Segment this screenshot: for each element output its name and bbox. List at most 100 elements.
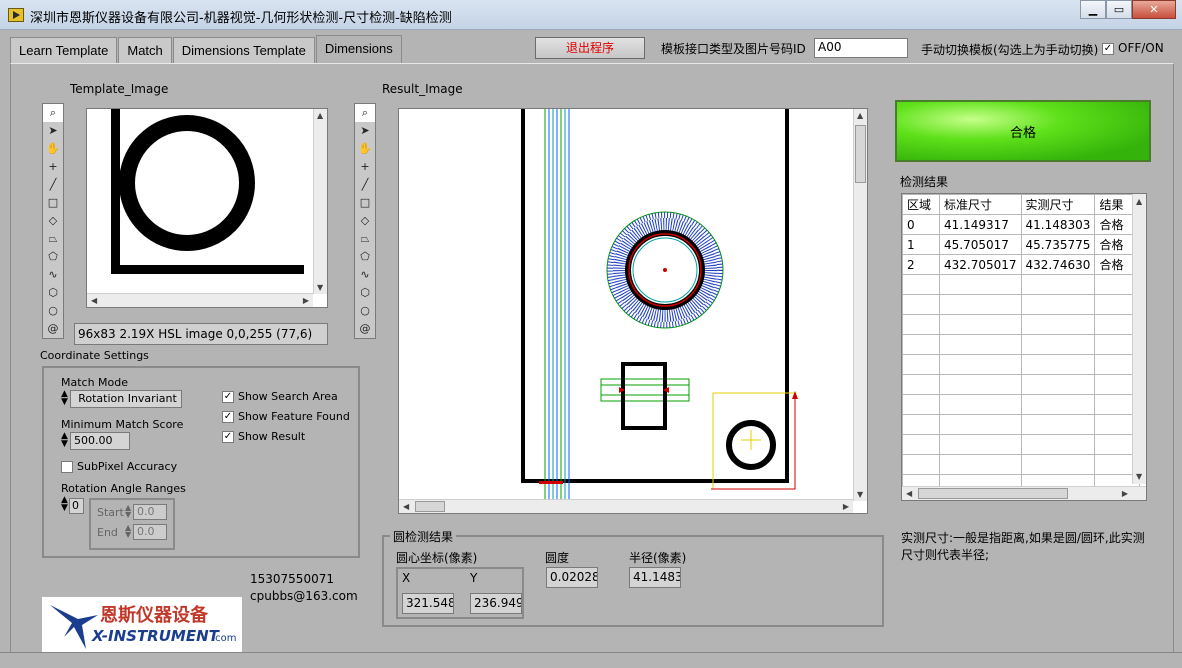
result-vscroll[interactable]: ▲ ▼: [853, 109, 867, 501]
scroll-down-icon[interactable]: ▼: [1136, 472, 1142, 481]
freehand-icon[interactable]: ∿: [43, 266, 63, 284]
scroll-left-icon[interactable]: ◀: [906, 489, 912, 498]
offon-toggle[interactable]: ✓ OFF/ON: [1102, 41, 1164, 55]
match-mode-label: Match Mode: [61, 376, 129, 389]
scroll-down-icon[interactable]: ▼: [857, 490, 863, 499]
tab-dimensions[interactable]: Dimensions: [315, 35, 402, 63]
pan-icon[interactable]: ✋: [43, 140, 63, 158]
show-search-checkbox[interactable]: ✓: [222, 391, 234, 403]
pointer-icon[interactable]: ➤: [43, 122, 63, 140]
roundness-label: 圆度: [545, 551, 570, 565]
end-input[interactable]: 0.0: [133, 524, 167, 540]
template-id-label: 模板接口类型及图片号码ID: [661, 42, 806, 56]
scroll-down-icon[interactable]: ▼: [317, 283, 323, 292]
scroll-up-icon[interactable]: ▲: [857, 111, 863, 120]
template-image: [111, 109, 304, 274]
zoom-icon[interactable]: ⌕: [43, 104, 63, 122]
show-feature-checkbox[interactable]: ✓: [222, 411, 234, 423]
tab-match[interactable]: Match: [118, 37, 172, 63]
min-score-input[interactable]: 500.00: [70, 432, 130, 450]
results-vscroll[interactable]: ▲ ▼: [1132, 194, 1146, 484]
minimize-button[interactable]: ▁: [1080, 0, 1106, 19]
spiral-icon[interactable]: @: [355, 320, 375, 338]
show-result-toggle[interactable]: ✓ Show Result: [222, 430, 305, 443]
rectangle-icon[interactable]: □: [355, 194, 375, 212]
scroll-up-icon[interactable]: ▲: [1136, 197, 1142, 206]
template-vscroll[interactable]: ▲ ▼: [313, 109, 327, 294]
end-label: End: [97, 526, 118, 539]
subpixel-checkbox[interactable]: [61, 461, 73, 473]
table-cell: 0: [902, 214, 940, 235]
min-score-spinner[interactable]: ▲ ▼: [61, 432, 68, 449]
angle-index-spinner[interactable]: ▲ ▼: [61, 496, 68, 513]
start-spinner[interactable]: ▲ ▼: [125, 504, 131, 519]
spiral-icon[interactable]: @: [43, 320, 63, 338]
annulus-icon[interactable]: ⬡: [355, 284, 375, 302]
rotated-rect-icon[interactable]: ⏢: [43, 230, 63, 248]
show-feature-label: Show Feature Found: [238, 410, 350, 423]
min-score-label: Minimum Match Score: [61, 418, 184, 431]
show-search-toggle[interactable]: ✓ Show Search Area: [222, 390, 338, 403]
template-image-display[interactable]: ▲ ▼ ◀ ▶: [86, 108, 328, 308]
crosshair-icon[interactable]: +: [355, 158, 375, 176]
maximize-icon: ▭: [1113, 3, 1125, 16]
table-cell: 45.705017: [939, 234, 1022, 255]
match-mode-spinner[interactable]: ▲ ▼: [61, 390, 68, 407]
close-button[interactable]: ✕: [1132, 0, 1176, 19]
result-vscroll-thumb[interactable]: [855, 125, 866, 183]
annulus-icon[interactable]: ⬡: [43, 284, 63, 302]
zoom-icon[interactable]: ⌕: [355, 104, 375, 122]
table-row[interactable]: 0 41.149317 41.148303 合格: [902, 214, 1141, 235]
pointer-icon[interactable]: ➤: [355, 122, 375, 140]
status-bar: [0, 652, 1182, 668]
header-cell-measured: 实测尺寸: [1020, 194, 1096, 215]
scroll-left-icon[interactable]: ◀: [91, 296, 97, 305]
table-row[interactable]: 2 432.705017 432.74630 合格: [902, 254, 1141, 275]
show-result-checkbox[interactable]: ✓: [222, 431, 234, 443]
pan-icon[interactable]: ✋: [355, 140, 375, 158]
table-cell: 41.149317: [939, 214, 1022, 235]
polygon-icon[interactable]: ⬠: [355, 248, 375, 266]
template-hscroll[interactable]: ◀ ▶: [87, 293, 313, 307]
tab-dimensions-template[interactable]: Dimensions Template: [172, 37, 315, 63]
scroll-up-icon[interactable]: ▲: [317, 111, 323, 120]
result-image-display[interactable]: ▲ ▼ ◀ ▶: [398, 108, 868, 514]
scroll-right-icon[interactable]: ▶: [843, 502, 849, 511]
circle-icon[interactable]: ○: [355, 302, 375, 320]
end-spinner[interactable]: ▲ ▼: [125, 524, 131, 539]
result-hscroll[interactable]: ◀ ▶: [399, 499, 853, 513]
exit-button[interactable]: 退出程序: [535, 37, 645, 59]
tab-learn-template[interactable]: Learn Template: [10, 37, 118, 63]
diamond-icon[interactable]: ◇: [43, 212, 63, 230]
polygon-icon[interactable]: ⬠: [43, 248, 63, 266]
line-icon[interactable]: ╱: [43, 176, 63, 194]
freehand-icon[interactable]: ∿: [355, 266, 375, 284]
results-table-frame[interactable]: 区域 标准尺寸 实测尺寸 结果 0 41.149317 41.148303 合格…: [901, 193, 1147, 501]
template-id-input[interactable]: A00: [814, 38, 908, 58]
scroll-left-icon[interactable]: ◀: [403, 502, 409, 511]
logo-graphic: 恩斯仪器设备 X-INSTRUMENT .com: [50, 604, 237, 649]
roundness-value: 0.02028: [546, 567, 598, 588]
subpixel-toggle[interactable]: SubPixel Accuracy: [61, 460, 177, 473]
table-row-empty: [902, 314, 1141, 335]
start-input[interactable]: 0.0: [133, 504, 167, 520]
circle-icon[interactable]: ○: [43, 302, 63, 320]
angle-index-input[interactable]: 0: [69, 498, 84, 514]
show-feature-toggle[interactable]: ✓ Show Feature Found: [222, 410, 350, 423]
maximize-button[interactable]: ▭: [1106, 0, 1132, 19]
results-hscroll[interactable]: ◀ ▶: [902, 486, 1146, 500]
line-icon[interactable]: ╱: [355, 176, 375, 194]
rectangle-icon[interactable]: □: [43, 194, 63, 212]
crosshair-icon[interactable]: +: [43, 158, 63, 176]
offon-checkbox[interactable]: ✓: [1102, 42, 1114, 55]
result-hscroll-thumb[interactable]: [415, 501, 445, 512]
results-hscroll-thumb[interactable]: [918, 488, 1068, 499]
table-row-empty: [902, 334, 1141, 355]
diamond-icon[interactable]: ◇: [355, 212, 375, 230]
match-mode-select[interactable]: Rotation Invariant: [70, 390, 182, 408]
scroll-right-icon[interactable]: ▶: [303, 296, 309, 305]
rotated-rect-icon[interactable]: ⏢: [355, 230, 375, 248]
table-cell: 432.74630: [1020, 254, 1096, 275]
table-row[interactable]: 1 45.705017 45.735775 合格: [902, 234, 1141, 255]
scroll-right-icon[interactable]: ▶: [1122, 489, 1128, 498]
